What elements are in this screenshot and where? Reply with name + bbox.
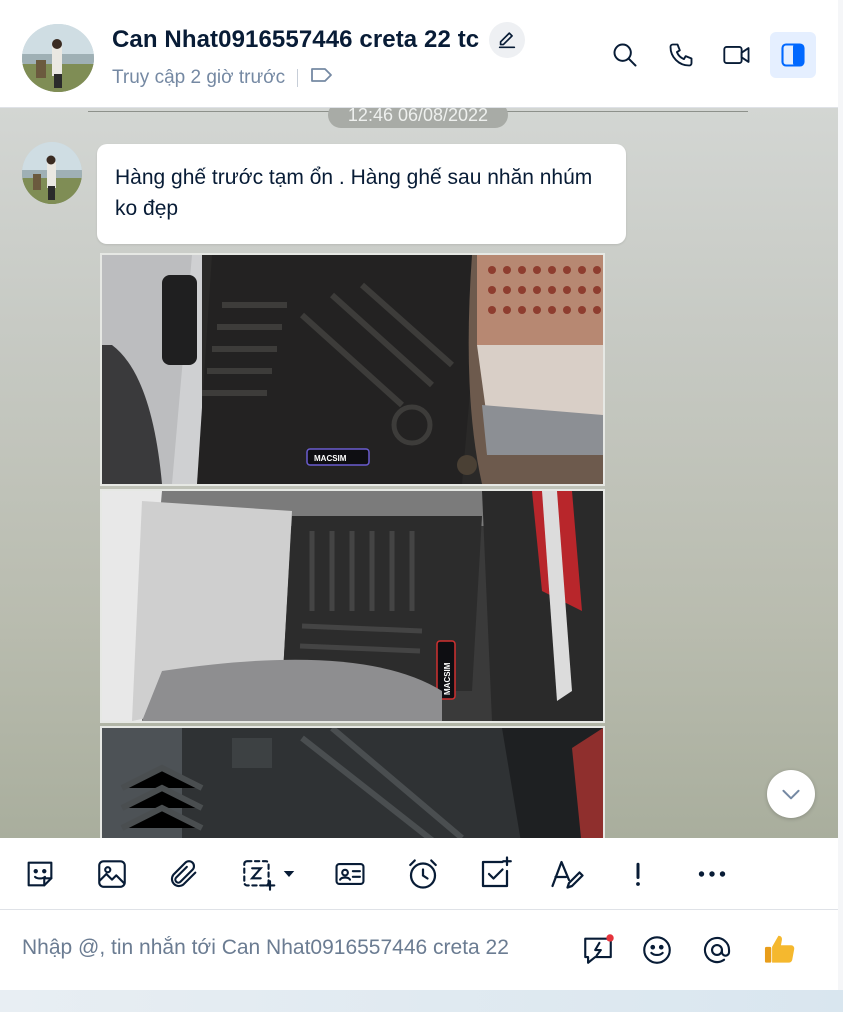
conversation-info-toggle[interactable] [770, 32, 816, 78]
message-list[interactable]: 12:46 06/08/2022 Hàng ghế trước tạm ổn .… [0, 108, 838, 838]
photo-message[interactable]: MACSIM [100, 253, 605, 486]
send-image-button[interactable] [92, 854, 132, 894]
tag-icon [311, 68, 333, 82]
quick-message-icon [584, 934, 614, 964]
message-composer [0, 910, 838, 990]
edit-icon [499, 32, 516, 49]
video-call-button[interactable] [714, 32, 760, 78]
screenshot-button[interactable] [234, 854, 304, 894]
svg-text:MACSIM: MACSIM [314, 454, 347, 463]
sticker-icon [27, 861, 53, 887]
text-format-icon [551, 860, 584, 889]
divider [297, 69, 299, 87]
sender-avatar[interactable] [22, 142, 82, 204]
urgent-icon [636, 862, 640, 886]
attachment-icon [170, 860, 197, 888]
composer-toolbar [0, 838, 838, 910]
tag-button[interactable] [310, 66, 334, 90]
image-icon [98, 860, 126, 888]
photo-message[interactable]: MACSIM [100, 489, 605, 723]
contact-name[interactable]: Can Nhat0916557446 creta 22 tc [112, 26, 479, 54]
text-message-bubble[interactable]: Hàng ghế trước tạm ổn . Hàng ghế sau nhă… [97, 144, 626, 244]
chevron-down-icon[interactable] [280, 865, 298, 883]
video-icon [723, 46, 750, 64]
sidebar-toggle-icon [781, 43, 805, 67]
reminder-button[interactable] [403, 854, 443, 894]
voice-call-button[interactable] [658, 32, 704, 78]
todo-icon [481, 856, 512, 888]
search-icon [613, 43, 637, 67]
edit-name-button[interactable] [489, 22, 526, 58]
quick-message-button[interactable] [578, 930, 618, 970]
sticker-button[interactable] [20, 854, 60, 894]
phone-icon [669, 43, 693, 67]
contact-avatar[interactable] [22, 24, 94, 92]
thumbs-up-icon [764, 935, 795, 963]
emoji-icon [643, 936, 671, 964]
send-contact-card-button[interactable] [330, 854, 370, 894]
message-input[interactable] [22, 936, 562, 960]
floor-mat-photo-rear: MACSIM [102, 491, 603, 721]
contact-card-icon [335, 863, 365, 885]
chat-header: Can Nhat0916557446 creta 22 tc Truy cập … [0, 0, 838, 108]
timestamp-badge: 12:46 06/08/2022 [328, 108, 508, 128]
mention-icon [703, 936, 731, 964]
floor-mat-photo-front: MACSIM [102, 255, 603, 484]
mark-urgent-button[interactable] [618, 854, 658, 894]
assign-task-button[interactable] [475, 854, 515, 894]
floor-mat-photo-partial [102, 728, 603, 838]
attach-file-button[interactable] [164, 854, 204, 894]
reminder-icon [409, 859, 437, 889]
more-options-button[interactable] [690, 854, 734, 894]
window-edge [838, 0, 843, 990]
svg-text:MACSIM: MACSIM [443, 662, 452, 695]
window-bottom-strip [0, 990, 843, 1012]
search-button[interactable] [602, 32, 648, 78]
photo-message[interactable] [100, 726, 605, 838]
scroll-to-bottom-button[interactable] [767, 770, 815, 818]
emoji-button[interactable] [637, 930, 677, 970]
chevron-down-icon [782, 789, 800, 800]
mention-button[interactable] [697, 930, 737, 970]
text-format-button[interactable] [546, 854, 586, 894]
screenshot-icon [243, 860, 276, 891]
last-seen-status: Truy cập 2 giờ trước [112, 67, 286, 88]
more-icon [698, 871, 726, 877]
quick-like-button[interactable] [760, 930, 800, 970]
